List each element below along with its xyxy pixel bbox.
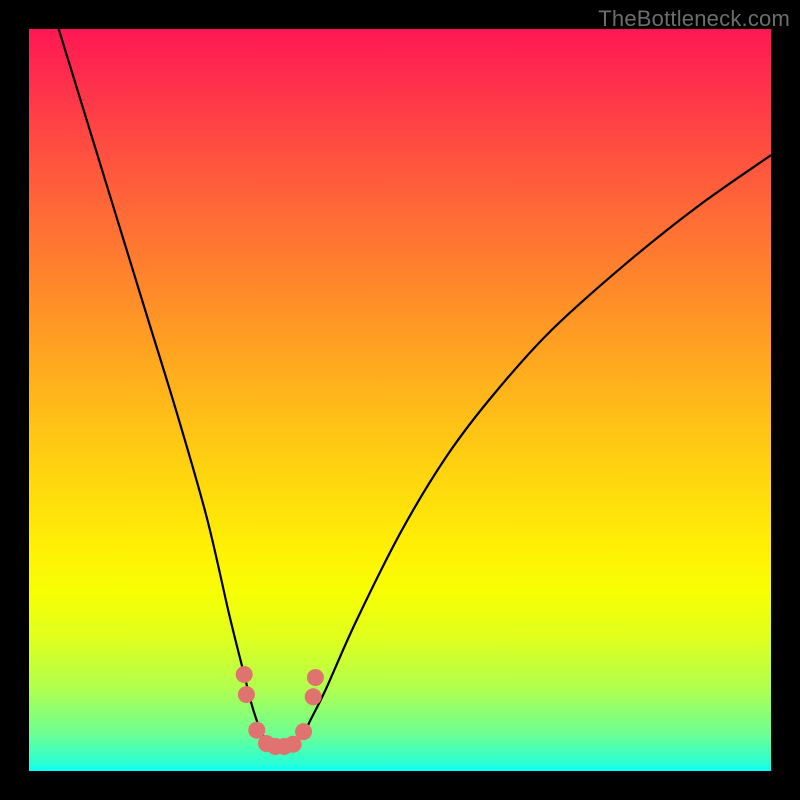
watermark-text: TheBottleneck.com bbox=[598, 6, 790, 32]
marker-dot bbox=[305, 688, 322, 705]
chart-plot-area bbox=[29, 29, 771, 771]
marker-dot bbox=[307, 669, 324, 686]
chart-svg bbox=[29, 29, 771, 771]
marker-dots-group bbox=[236, 666, 324, 755]
chart-frame: TheBottleneck.com bbox=[0, 0, 800, 800]
marker-dot bbox=[238, 686, 255, 703]
marker-dot bbox=[236, 666, 253, 683]
marker-dot bbox=[295, 723, 312, 740]
bottleneck-curve bbox=[59, 29, 771, 749]
